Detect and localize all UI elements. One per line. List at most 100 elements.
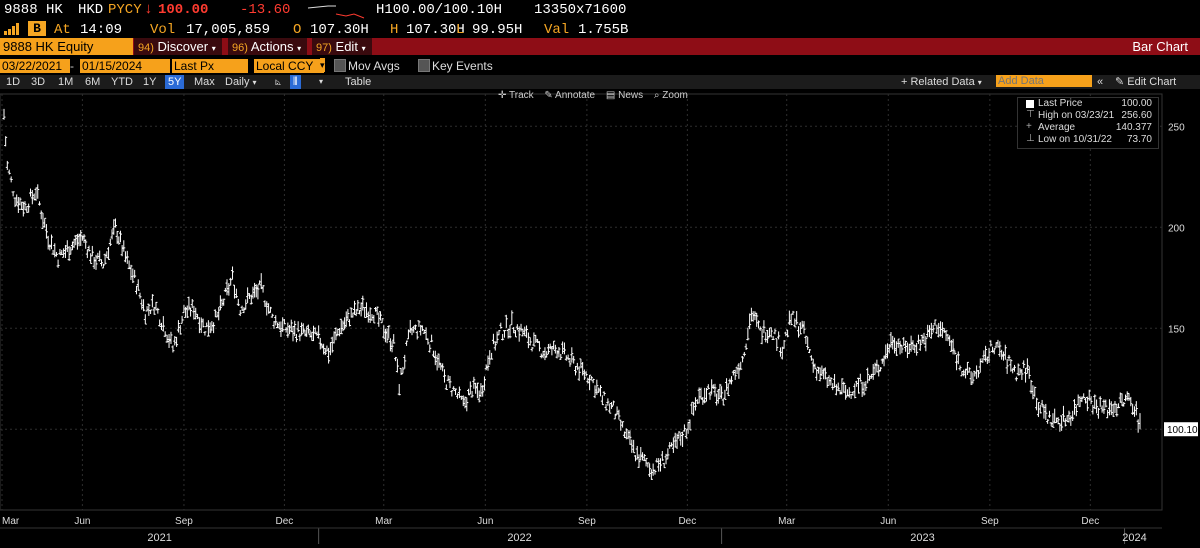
range-1y[interactable]: 1Y [140, 75, 159, 89]
price-bar [351, 312, 355, 318]
pencil-icon: ✎ [1115, 76, 1125, 88]
price-bar [1007, 354, 1011, 362]
price-bar [397, 384, 401, 396]
price-bar [441, 363, 445, 372]
price-bar [105, 251, 109, 259]
range-1d[interactable]: 1D [3, 75, 23, 89]
key-events-checkbox[interactable] [418, 59, 430, 72]
price-bar [332, 331, 336, 344]
price-bar [1053, 408, 1057, 424]
annotate-icon: ✎ [544, 90, 553, 101]
zoom-tool[interactable]: ⌕ Zoom [654, 90, 688, 101]
price-bar [315, 331, 319, 336]
price-bar [359, 302, 363, 317]
range-5y[interactable]: 5Y [165, 75, 185, 89]
price-bar [514, 330, 518, 338]
price-bar [499, 322, 503, 329]
traded-value: 1.755B [578, 22, 629, 38]
high-marker-icon: ⊤ [1026, 109, 1035, 120]
price-bar [562, 342, 566, 355]
price-bar [682, 424, 686, 432]
price-bar [2, 108, 6, 120]
price-bar [751, 311, 755, 322]
price-bar [677, 431, 681, 439]
mov-avgs-checkbox[interactable] [334, 59, 346, 72]
price-bar [1123, 394, 1127, 402]
price-bar [455, 393, 459, 399]
price-bar [758, 326, 762, 331]
price-bar [1033, 386, 1037, 397]
price-bar [330, 336, 334, 353]
price-bar [28, 188, 32, 197]
price-bar [150, 294, 154, 308]
price-bar [238, 309, 242, 317]
price-bar [37, 201, 41, 206]
price-bar [866, 367, 870, 384]
news-tool[interactable]: ▤ News [606, 90, 643, 101]
price-bar [197, 317, 201, 334]
price-bar [51, 249, 55, 255]
add-data-input[interactable] [996, 75, 1092, 87]
bloomberg-b-icon[interactable]: B [28, 21, 46, 36]
currency-select[interactable]: Local CCY [254, 59, 324, 73]
price-bar [756, 320, 760, 329]
price-bar [442, 369, 446, 383]
price-bar [889, 331, 893, 348]
range-max[interactable]: Max [191, 75, 218, 89]
caret-down-icon[interactable]: ▾ [316, 75, 326, 89]
price-bar [454, 388, 458, 395]
price-bar [108, 238, 112, 247]
annotate-tool[interactable]: ✎ Annotate [544, 90, 595, 101]
price-bar [1027, 366, 1031, 379]
price-bar [289, 319, 293, 333]
price-bar [21, 201, 25, 217]
price-bar [1082, 393, 1086, 399]
price-chart[interactable]: 150 200 250 100.10 Mar Jun Sep Dec Mar Jun Sep Dec… [0, 88, 1200, 548]
price-bar [433, 350, 437, 366]
price-bar [929, 322, 933, 339]
price-bar [127, 260, 131, 270]
chart-subtools: ✛ Track ✎ Annotate ▤ News ⌕ Zoom [498, 90, 688, 101]
price-bar [488, 350, 492, 365]
frequency-select[interactable]: Daily ▾ [222, 75, 260, 89]
table-button[interactable]: Table [342, 75, 374, 89]
price-bar [328, 342, 332, 356]
price-bar [980, 358, 984, 363]
price-bar [693, 397, 697, 411]
caret-down-icon[interactable]: ▾ [320, 58, 325, 72]
discover-menu[interactable]: 94) Discover ▾ [134, 38, 222, 55]
price-bar [1031, 385, 1035, 400]
edit-menu[interactable]: 97) Edit ▾ [312, 38, 372, 55]
line-chart-icon[interactable]: ⦝ [272, 75, 284, 89]
caret-down-icon: ▾ [297, 44, 302, 53]
range-ytd[interactable]: YTD [108, 75, 136, 89]
price-bar [742, 351, 746, 357]
track-tool[interactable]: ✛ Track [498, 90, 534, 101]
related-data-button[interactable]: + Related Data ▾ [898, 75, 985, 89]
value-label: Val [544, 22, 570, 38]
price-bar [1067, 410, 1071, 423]
ticker-symbol[interactable]: 9888 HK [4, 2, 63, 18]
start-date-field[interactable]: 03/22/2021 [0, 59, 70, 73]
price-bar [637, 454, 641, 468]
price-bar [649, 469, 653, 480]
collapse-icon[interactable]: « [1094, 75, 1106, 89]
price-bar [320, 343, 324, 349]
price-bar [621, 421, 625, 428]
range-1m[interactable]: 1M [55, 75, 76, 89]
price-bar [715, 393, 719, 406]
end-date-field[interactable]: 01/15/2024 [80, 59, 170, 73]
range-6m[interactable]: 6M [82, 75, 103, 89]
price-bar [937, 322, 941, 338]
price-bar [946, 333, 950, 342]
range-3d[interactable]: 3D [28, 75, 48, 89]
price-bar [100, 259, 104, 267]
price-field-select[interactable]: Last Px [172, 59, 248, 73]
actions-menu[interactable]: 96) Actions ▾ [228, 38, 308, 55]
price-bar [110, 229, 114, 240]
edit-chart-button[interactable]: ✎ Edit Chart [1112, 75, 1179, 89]
price-bar [378, 311, 382, 321]
security-field[interactable]: 9888 HK Equity [0, 38, 133, 55]
bar-chart-icon[interactable]: ⫴ [290, 75, 301, 89]
price-bar [1096, 407, 1100, 419]
